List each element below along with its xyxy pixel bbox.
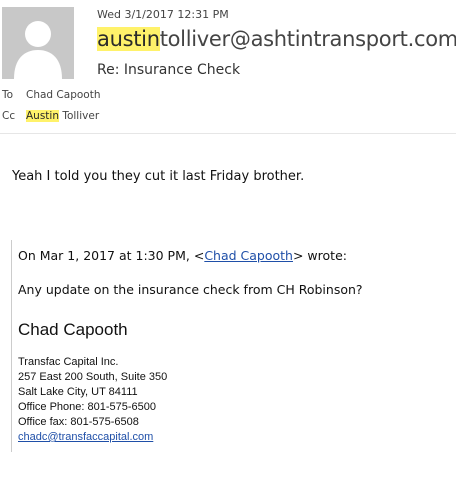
signature-address-line1: 257 East 200 South, Suite 350 — [18, 371, 168, 383]
header-divider — [0, 133, 456, 134]
quote-body: Any update on the insurance check from C… — [18, 282, 363, 297]
sent-date: Wed 3/1/2017 12:31 PM — [97, 8, 229, 21]
person-silhouette-icon — [14, 21, 62, 79]
quote-header: On Mar 1, 2017 at 1:30 PM, <Chad Capooth… — [18, 248, 347, 263]
quote-header-suffix: > wrote: — [292, 248, 347, 263]
quote-header-prefix: On Mar 1, 2017 at 1:30 PM, < — [18, 248, 205, 263]
cc-label: Cc — [2, 110, 16, 122]
sender-highlight: austin — [97, 27, 160, 51]
cc-recipient[interactable]: Austin Tolliver — [26, 110, 99, 122]
signature-fax: Office fax: 801-575-6508 — [18, 416, 139, 428]
sender-address[interactable]: austintolliver@ashtintransport.com — [97, 27, 456, 51]
quoted-message: On Mar 1, 2017 at 1:30 PM, <Chad Capooth… — [11, 240, 452, 452]
email-subject: Re: Insurance Check — [97, 62, 241, 78]
signature-email-link[interactable]: chadc@transfaccapital.com — [18, 430, 167, 445]
signature-name: Chad Capooth — [18, 320, 128, 339]
cc-rest: Tolliver — [59, 110, 100, 122]
sender-rest: tolliver@ashtintransport.com — [159, 27, 456, 51]
signature-phone: Office Phone: 801-575-6500 — [18, 401, 157, 413]
quote-sender-link[interactable]: Chad Capooth — [204, 248, 293, 263]
sender-avatar — [2, 7, 74, 79]
signature-address-line2: Salt Lake City, UT 84111 — [18, 386, 138, 398]
to-recipient[interactable]: Chad Capooth — [26, 89, 100, 101]
cc-highlight: Austin — [26, 110, 59, 122]
message-body: Yeah I told you they cut it last Friday … — [12, 169, 305, 184]
signature-company: Transfac Capital Inc. — [18, 356, 119, 368]
to-label: To — [2, 89, 14, 101]
signature-details: Transfac Capital Inc. 257 East 200 South… — [18, 355, 167, 445]
